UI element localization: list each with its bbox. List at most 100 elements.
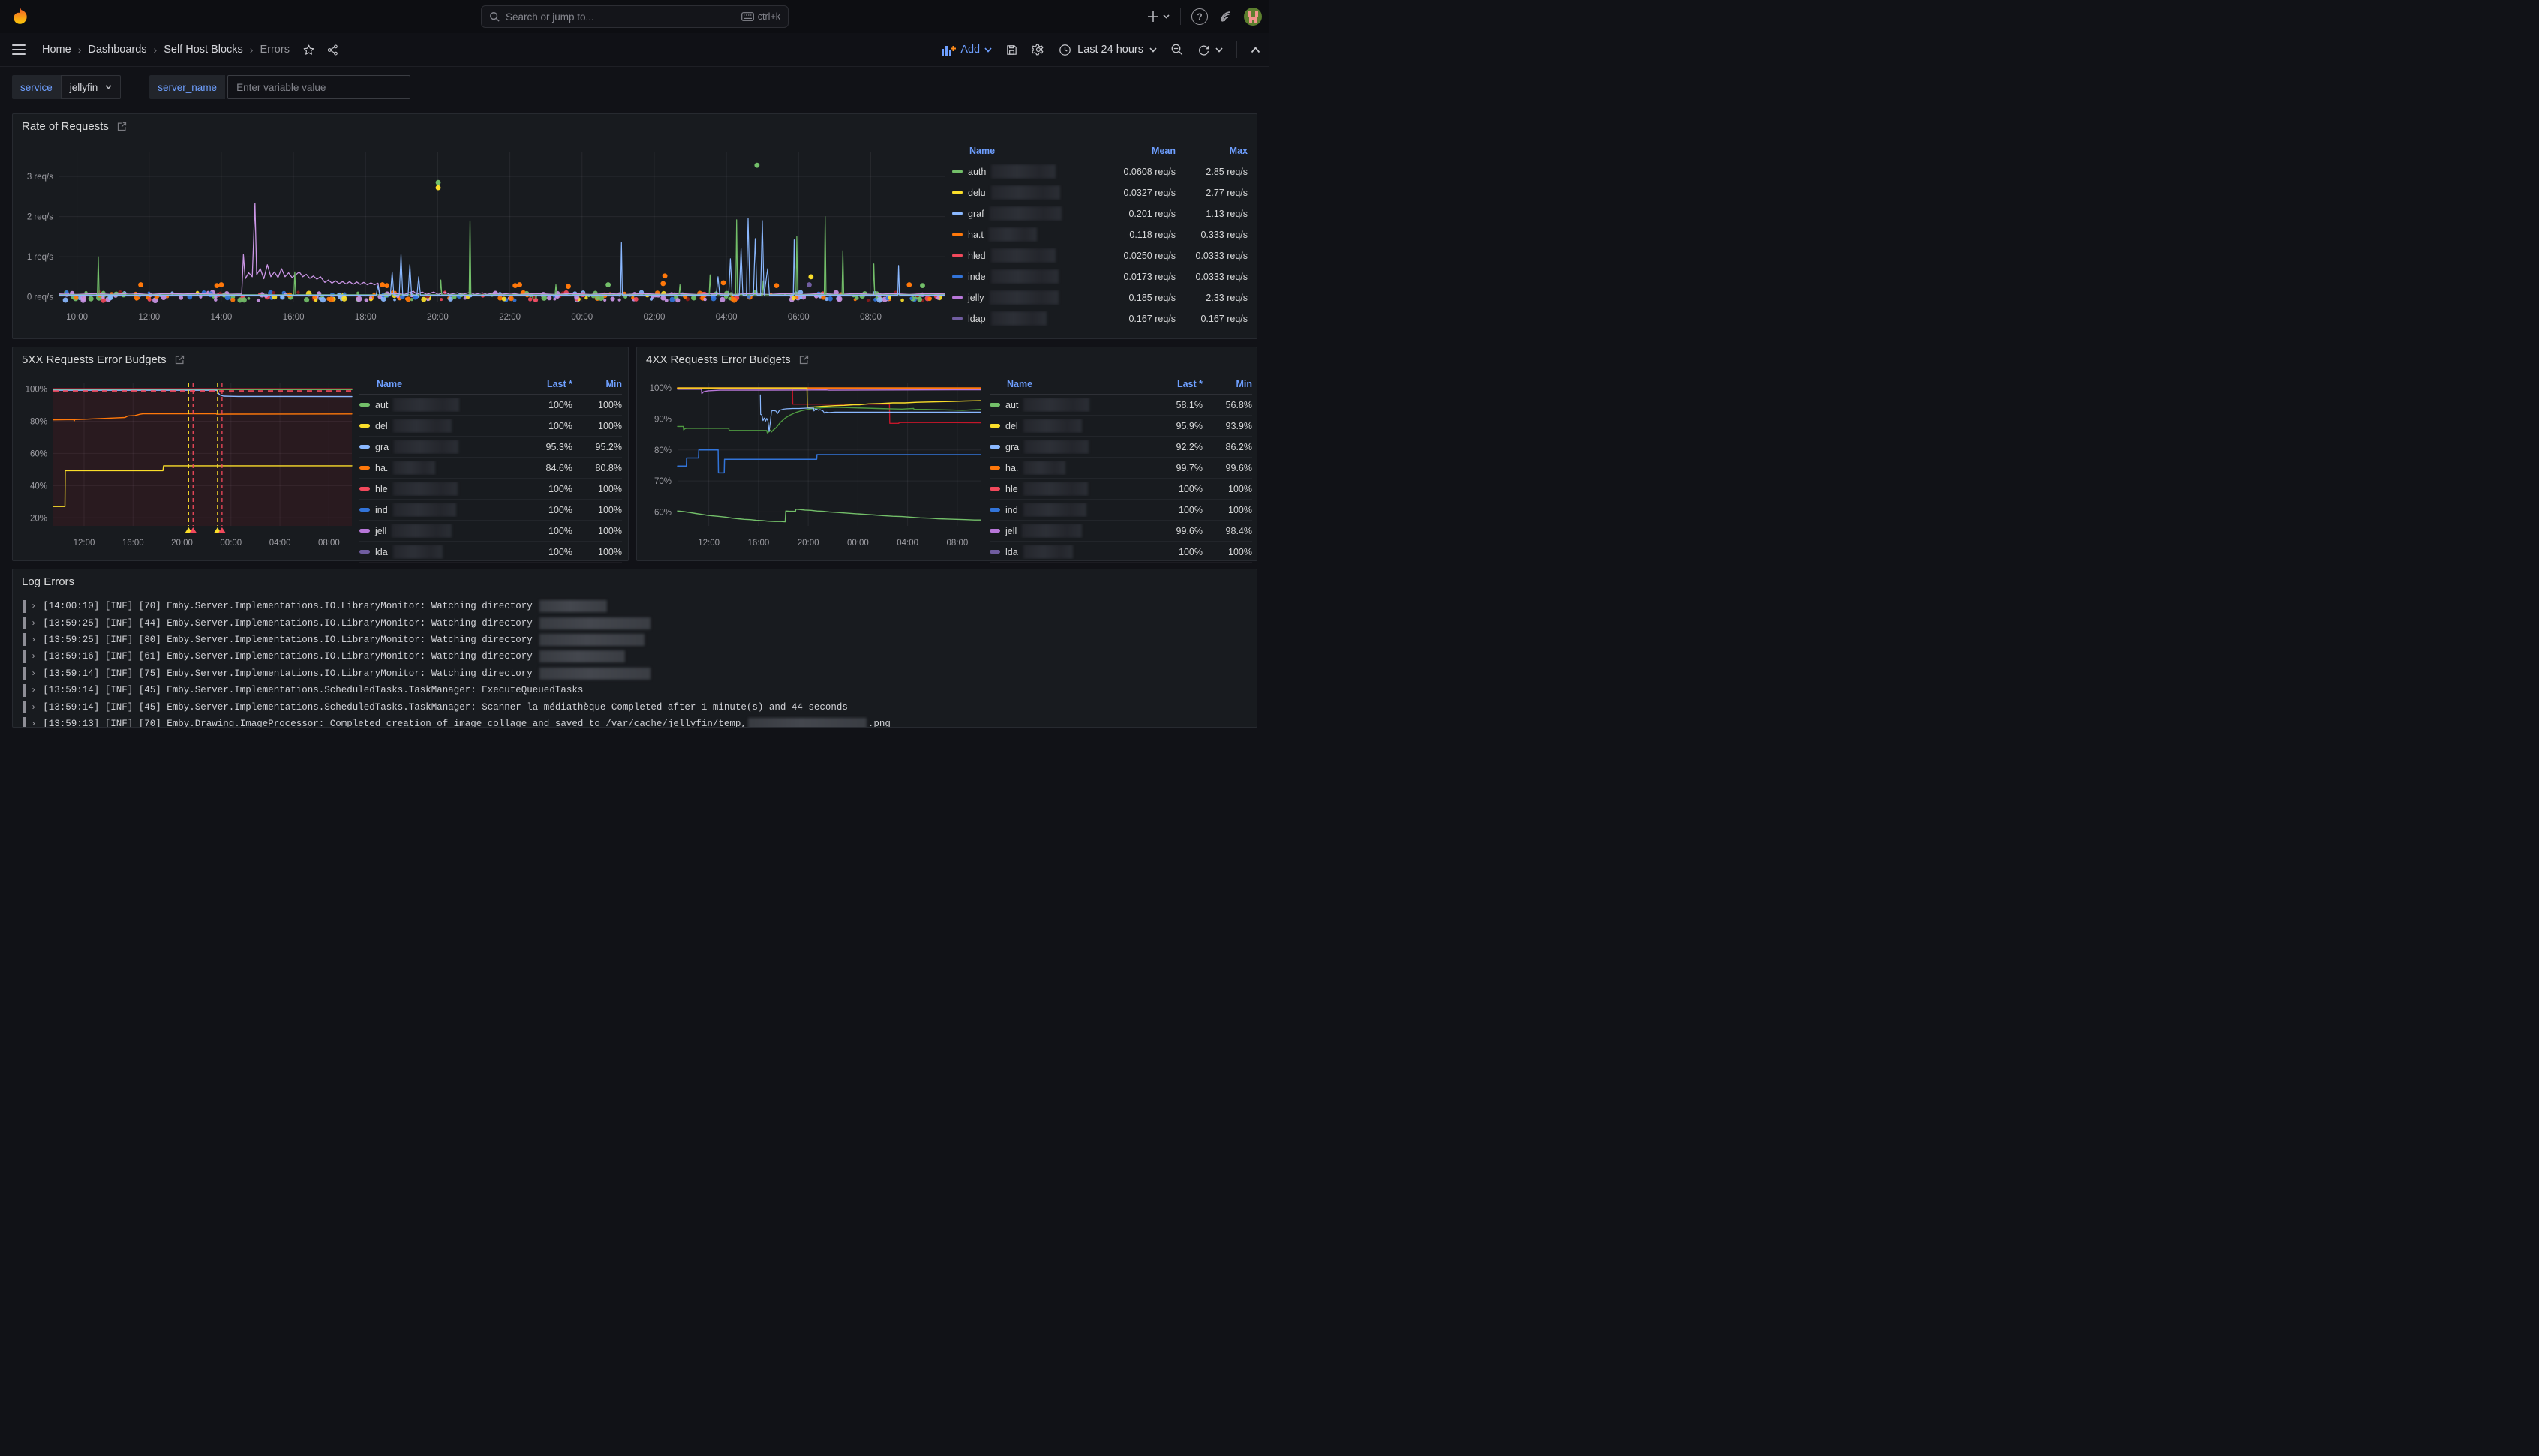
- legend-row[interactable]: lda100%100%: [359, 542, 622, 563]
- new-button[interactable]: [1147, 11, 1170, 23]
- legend-row[interactable]: auth0.0608 req/s2.85 req/s: [952, 161, 1248, 182]
- rate-chart[interactable]: 0 req/s1 req/s2 req/s3 req/s10:0012:0014…: [17, 140, 951, 338]
- legend-value-1: 100%: [515, 484, 572, 494]
- external-link-icon[interactable]: [174, 354, 185, 365]
- y-axis-tick: 60%: [30, 449, 47, 458]
- legend-value-2: 0.0333 req/s: [1176, 251, 1248, 261]
- legend-value-1: 0.0327 req/s: [1092, 188, 1176, 198]
- legend-row[interactable]: ldap0.167 req/s0.167 req/s: [952, 308, 1248, 329]
- legend-row[interactable]: ind100%100%: [359, 500, 622, 521]
- log-line[interactable]: [13:59:14] [INF] [45] Emby.Server.Implem…: [23, 698, 1249, 715]
- help-icon[interactable]: [1191, 8, 1208, 25]
- settings-gear-icon[interactable]: [1032, 43, 1045, 56]
- legend-row[interactable]: gra95.3%95.2%: [359, 437, 622, 458]
- legend-row[interactable]: hle100%100%: [359, 479, 622, 500]
- external-link-icon[interactable]: [116, 121, 128, 132]
- legend-row[interactable]: lda100%100%: [990, 542, 1252, 563]
- annotation-marker[interactable]: [190, 527, 197, 533]
- redacted-text: [990, 290, 1059, 305]
- expand-chevron-icon[interactable]: [31, 719, 36, 728]
- expand-chevron-icon[interactable]: [31, 668, 36, 679]
- save-dashboard-button[interactable]: [1005, 44, 1018, 56]
- breadcrumb-home[interactable]: Home: [42, 44, 71, 56]
- legend-col-1[interactable]: Mean: [1092, 146, 1176, 156]
- grafana-logo-icon[interactable]: [11, 7, 30, 26]
- expand-chevron-icon[interactable]: [31, 685, 36, 695]
- legend-col-2[interactable]: Min: [572, 379, 622, 389]
- log-line[interactable]: [14:00:10] [INF] [70] Emby.Server.Implem…: [23, 598, 1249, 614]
- expand-chevron-icon[interactable]: [31, 601, 36, 611]
- legend-row[interactable]: hle100%100%: [990, 479, 1252, 500]
- legend-col-2[interactable]: Max: [1176, 146, 1248, 156]
- legend-col-2[interactable]: Min: [1203, 379, 1252, 389]
- variable-service-select[interactable]: jellyfin: [61, 75, 122, 99]
- panel-title[interactable]: 5XX Requests Error Budgets: [22, 353, 167, 366]
- panel-title[interactable]: Log Errors: [22, 575, 74, 588]
- rate-legend: NameMeanMaxauth0.0608 req/s2.85 req/sdel…: [952, 141, 1248, 329]
- legend-row[interactable]: ha.84.6%80.8%: [359, 458, 622, 479]
- expand-chevron-icon[interactable]: [31, 635, 36, 645]
- kiosk-mode-caret-icon[interactable]: [1251, 47, 1260, 53]
- 5xx-chart[interactable]: 100%80%60%40%20%12:0016:0020:0000:0004:0…: [17, 373, 356, 557]
- time-range-picker[interactable]: Last 24 hours: [1059, 44, 1157, 56]
- legend-row[interactable]: jell100%100%: [359, 521, 622, 542]
- share-icon[interactable]: [326, 44, 339, 56]
- log-line[interactable]: [13:59:14] [INF] [45] Emby.Server.Implem…: [23, 682, 1249, 698]
- log-line[interactable]: [13:59:16] [INF] [61] Emby.Server.Implem…: [23, 648, 1249, 665]
- panel-title[interactable]: 4XX Requests Error Budgets: [646, 353, 791, 366]
- log-line[interactable]: [13:59:25] [INF] [44] Emby.Server.Implem…: [23, 614, 1249, 631]
- expand-chevron-icon[interactable]: [31, 618, 36, 629]
- log-line[interactable]: [13:59:13] [INF] [70] Emby.Drawing.Image…: [23, 716, 1249, 728]
- menu-toggle-icon[interactable]: [12, 44, 26, 55]
- refresh-button[interactable]: [1197, 44, 1223, 56]
- legend-row[interactable]: aut58.1%56.8%: [990, 395, 1252, 416]
- y-axis-tick: 100%: [26, 386, 47, 395]
- legend-row[interactable]: ind100%100%: [990, 500, 1252, 521]
- legend-col-name[interactable]: Name: [952, 146, 1092, 156]
- legend-row[interactable]: delu0.0327 req/s2.77 req/s: [952, 182, 1248, 203]
- external-link-icon[interactable]: [798, 354, 810, 365]
- log-message-suffix: .png: [868, 719, 891, 728]
- legend-col-1[interactable]: Last *: [515, 379, 572, 389]
- series-line-aut: [678, 509, 981, 522]
- search-input[interactable]: Search or jump to... ctrl+k: [481, 5, 789, 28]
- legend-row[interactable]: del100%100%: [359, 416, 622, 437]
- avatar[interactable]: [1244, 8, 1262, 26]
- series-name: aut: [1005, 400, 1018, 410]
- legend-row[interactable]: hled0.0250 req/s0.0333 req/s: [952, 245, 1248, 266]
- legend-value-2: 100%: [1203, 505, 1252, 515]
- panel-title[interactable]: Rate of Requests: [22, 120, 109, 133]
- variable-servername-input[interactable]: Enter variable value: [227, 75, 410, 99]
- expand-chevron-icon[interactable]: [31, 702, 36, 713]
- legend-row[interactable]: ha.99.7%99.6%: [990, 458, 1252, 479]
- legend-row[interactable]: jelly0.185 req/s2.33 req/s: [952, 287, 1248, 308]
- annotation-marker[interactable]: [218, 527, 225, 533]
- series-color-pill: [359, 424, 370, 428]
- redacted-text: [539, 617, 651, 629]
- log-line[interactable]: [13:59:25] [INF] [80] Emby.Server.Implem…: [23, 632, 1249, 648]
- breadcrumb-folder[interactable]: Self Host Blocks: [164, 44, 243, 56]
- redacted-text: [1023, 419, 1082, 433]
- add-button[interactable]: Add: [942, 44, 992, 56]
- legend-row[interactable]: jell99.6%98.4%: [990, 521, 1252, 542]
- legend-col-1[interactable]: Last *: [1146, 379, 1203, 389]
- legend-row[interactable]: inde0.0173 req/s0.0333 req/s: [952, 266, 1248, 287]
- legend-row[interactable]: graf0.201 req/s1.13 req/s: [952, 203, 1248, 224]
- 4xx-chart[interactable]: 100%90%80%70%60%12:0016:0020:0000:0004:0…: [642, 373, 985, 557]
- legend-row[interactable]: gra92.2%86.2%: [990, 437, 1252, 458]
- legend-row[interactable]: ha.t0.118 req/s0.333 req/s: [952, 224, 1248, 245]
- breadcrumb-dashboards[interactable]: Dashboards: [88, 44, 146, 56]
- expand-chevron-icon[interactable]: [31, 651, 36, 662]
- log-line[interactable]: [13:59:14] [INF] [75] Emby.Server.Implem…: [23, 665, 1249, 682]
- legend-col-name[interactable]: Name: [359, 379, 515, 389]
- redacted-text: [393, 461, 435, 475]
- legend-header: NameMeanMax: [952, 141, 1248, 161]
- zoom-out-icon[interactable]: [1170, 43, 1184, 56]
- legend-col-name[interactable]: Name: [990, 379, 1146, 389]
- legend-row[interactable]: del95.9%93.9%: [990, 416, 1252, 437]
- x-axis-tick: 16:00: [747, 539, 769, 548]
- favorite-star-icon[interactable]: [302, 44, 315, 56]
- news-icon[interactable]: [1218, 9, 1233, 24]
- series-color-pill: [952, 212, 963, 215]
- legend-row[interactable]: aut100%100%: [359, 395, 622, 416]
